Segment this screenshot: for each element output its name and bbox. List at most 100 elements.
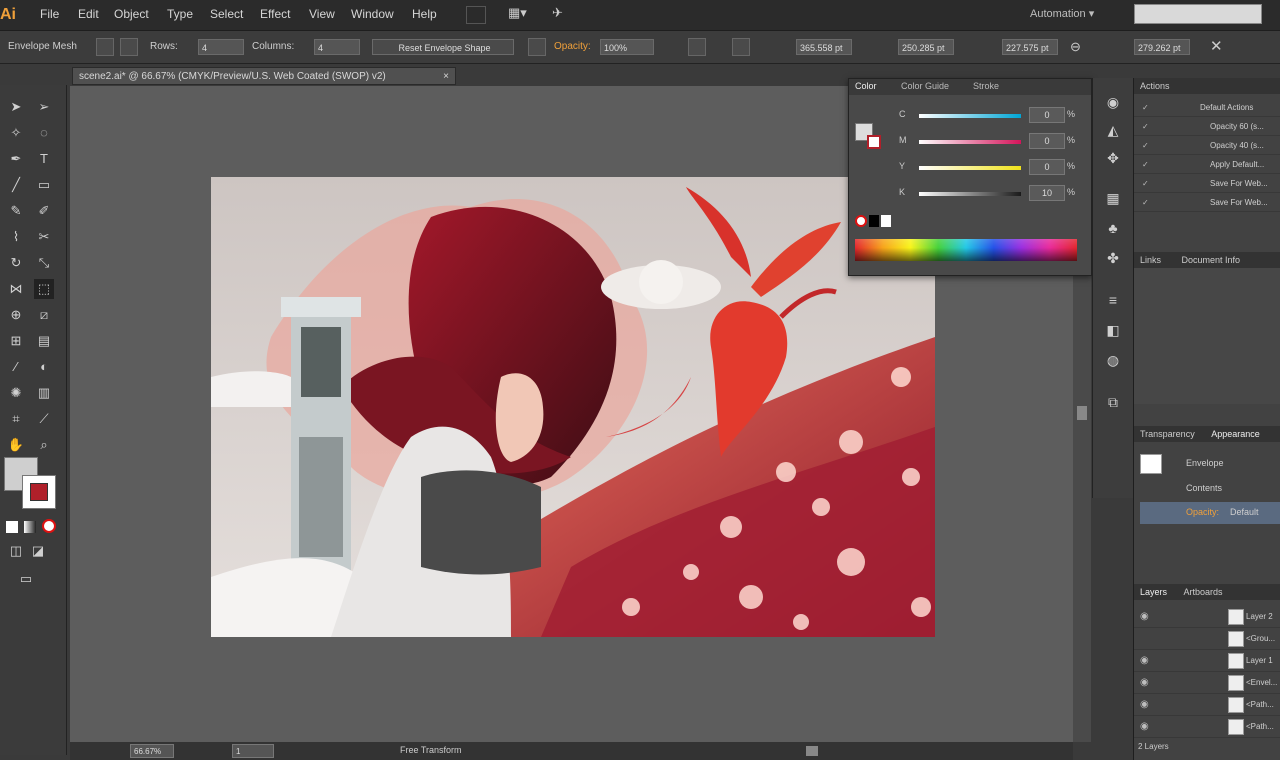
color-guide-icon[interactable]: ◭ (1103, 120, 1123, 140)
envelope-warp-button[interactable] (120, 38, 138, 56)
hand-tool-icon[interactable]: ✋ (6, 435, 26, 455)
vertical-scroll-thumb[interactable] (1077, 406, 1087, 420)
stroke-color-swatch[interactable] (867, 135, 881, 149)
slice-tool-icon[interactable]: ⟋ (34, 409, 54, 429)
perspective-grid-tool-icon[interactable]: ⧄ (34, 305, 54, 325)
bridge-icon[interactable] (466, 6, 486, 24)
transform-icon[interactable]: ✕ (1210, 37, 1223, 55)
x-field[interactable]: 365.558 pt (796, 39, 852, 55)
tab-links[interactable]: Links (1140, 255, 1161, 265)
layer-row[interactable]: ◉ <Envel... (1134, 672, 1280, 694)
black-field[interactable]: 10 (1029, 185, 1065, 201)
recolor-icon[interactable] (688, 38, 706, 56)
none-mode-icon[interactable] (42, 519, 56, 533)
document-tab[interactable]: scene2.ai* @ 66.67% (CMYK/Preview/U.S. W… (72, 67, 456, 85)
appearance-contents-label[interactable]: Contents (1186, 483, 1222, 493)
opacity-label[interactable]: Opacity: (554, 41, 591, 52)
check-icon[interactable]: ✓ (1142, 155, 1149, 174)
y-field[interactable]: 250.285 pt (898, 39, 954, 55)
stroke-swatch[interactable] (22, 475, 56, 509)
check-icon[interactable]: ✓ (1142, 98, 1149, 117)
gradient-tool-icon[interactable]: ▤ (34, 331, 54, 351)
menu-effect[interactable]: Effect (260, 7, 290, 21)
magic-wand-tool-icon[interactable]: ✧ (6, 123, 26, 143)
rectangle-tool-icon[interactable]: ▭ (34, 175, 54, 195)
list-item[interactable]: ✓ Apply Default... (1134, 155, 1280, 174)
graphic-styles-icon[interactable]: ✤ (1103, 248, 1123, 268)
tab-stroke[interactable]: Stroke (973, 81, 999, 91)
black-swatch[interactable] (869, 215, 879, 227)
rotate-tool-icon[interactable]: ↻ (6, 253, 26, 273)
tab-document-info[interactable]: Document Info (1182, 255, 1241, 265)
check-icon[interactable]: ✓ (1142, 136, 1149, 155)
artboard-number-field[interactable]: 1 (232, 744, 274, 758)
visibility-icon[interactable]: ◉ (1140, 716, 1149, 738)
actions-title[interactable]: Actions (1140, 81, 1170, 91)
direct-selection-tool-icon[interactable]: ➢ (34, 97, 54, 117)
list-item[interactable]: ✓ Save For Web... (1134, 193, 1280, 212)
check-icon[interactable]: ✓ (1142, 193, 1149, 212)
tab-color[interactable]: Color (855, 81, 877, 91)
menu-view[interactable]: View (309, 7, 335, 21)
appearance-opacity-row[interactable]: Opacity: Default (1140, 502, 1280, 524)
zoom-field[interactable]: 66.67% (130, 744, 174, 758)
height-field[interactable]: 279.262 pt (1134, 39, 1190, 55)
color-mode-icon[interactable] (6, 521, 18, 533)
tab-transparency[interactable]: Transparency (1140, 429, 1195, 439)
list-item[interactable]: ✓ Default Actions (1134, 98, 1280, 117)
check-icon[interactable]: ✓ (1142, 174, 1149, 193)
tab-artboards[interactable]: Artboards (1184, 587, 1223, 597)
opacity-field[interactable]: 100% (600, 39, 654, 55)
tab-layers[interactable]: Layers (1140, 587, 1167, 597)
list-item[interactable]: ✓ Save For Web... (1134, 174, 1280, 193)
blob-brush-tool-icon[interactable]: ⌇ (6, 227, 26, 247)
lasso-tool-icon[interactable]: ◌ (34, 123, 54, 143)
none-swatch-icon[interactable] (855, 215, 867, 227)
scissors-tool-icon[interactable]: ✂ (34, 227, 54, 247)
screen-mode-icon[interactable]: ▭ (16, 569, 36, 589)
tab-appearance[interactable]: Appearance (1211, 429, 1260, 439)
yellow-field[interactable]: 0 (1029, 159, 1065, 175)
scale-tool-icon[interactable]: ⤡ (34, 253, 54, 273)
gradient-icon[interactable]: ◧ (1103, 320, 1123, 340)
color-panel-icon[interactable]: ◉ (1103, 92, 1123, 112)
yellow-slider[interactable] (919, 166, 1021, 170)
zoom-tool-icon[interactable]: ⌕ (34, 435, 54, 455)
search-input[interactable] (1134, 4, 1262, 24)
artboard[interactable] (211, 177, 935, 637)
workspace-switcher[interactable]: Automation ▾ (1030, 7, 1094, 20)
shape-builder-tool-icon[interactable]: ⊕ (6, 305, 26, 325)
list-item[interactable]: ✓ Opacity 60 (s... (1134, 117, 1280, 136)
width-field[interactable]: 227.575 pt (1002, 39, 1058, 55)
reset-envelope-button[interactable]: Reset Envelope Shape (372, 39, 514, 55)
gpu-rocket-icon[interactable]: ✈ (552, 5, 574, 23)
layer-row[interactable]: ◉ <Path... (1134, 694, 1280, 716)
white-swatch[interactable] (881, 215, 891, 227)
pencil-tool-icon[interactable]: ✐ (34, 201, 54, 221)
columns-field[interactable]: 4 (314, 39, 360, 55)
arrange-documents-icon[interactable]: ▦▾ (508, 5, 532, 23)
menu-help[interactable]: Help (412, 7, 437, 21)
visibility-icon[interactable]: ◉ (1140, 694, 1149, 716)
layer-row[interactable]: ◉ <Path... (1134, 716, 1280, 738)
free-transform-tool-icon[interactable]: ⬚ (34, 279, 54, 299)
eyedropper-tool-icon[interactable]: ⁄ (6, 357, 26, 377)
type-tool-icon[interactable]: T (34, 149, 54, 169)
paintbrush-tool-icon[interactable]: ✎ (6, 201, 26, 221)
layer-row[interactable]: <Grou... (1134, 628, 1280, 650)
visibility-icon[interactable]: ◉ (1140, 650, 1149, 672)
image-trace-icon[interactable]: ⧉ (1103, 392, 1123, 412)
layer-row[interactable]: ◉ Layer 2 (1134, 606, 1280, 628)
menu-object[interactable]: Object (114, 7, 149, 21)
blend-tool-icon[interactable]: ◐ (34, 357, 54, 377)
menu-edit[interactable]: Edit (78, 7, 99, 21)
cyan-slider[interactable] (919, 114, 1021, 118)
brushes-icon[interactable]: ▦ (1103, 188, 1123, 208)
line-tool-icon[interactable]: ╱ (6, 175, 26, 195)
artboard-tool-icon[interactable]: ⌗ (6, 409, 26, 429)
gradient-mode-icon[interactable] (24, 521, 36, 533)
visibility-icon[interactable]: ◉ (1140, 606, 1149, 628)
draw-behind-icon[interactable]: ◪ (28, 541, 48, 561)
mesh-tool-icon[interactable]: ⊞ (6, 331, 26, 351)
symbols-icon[interactable]: ♣ (1103, 218, 1123, 238)
